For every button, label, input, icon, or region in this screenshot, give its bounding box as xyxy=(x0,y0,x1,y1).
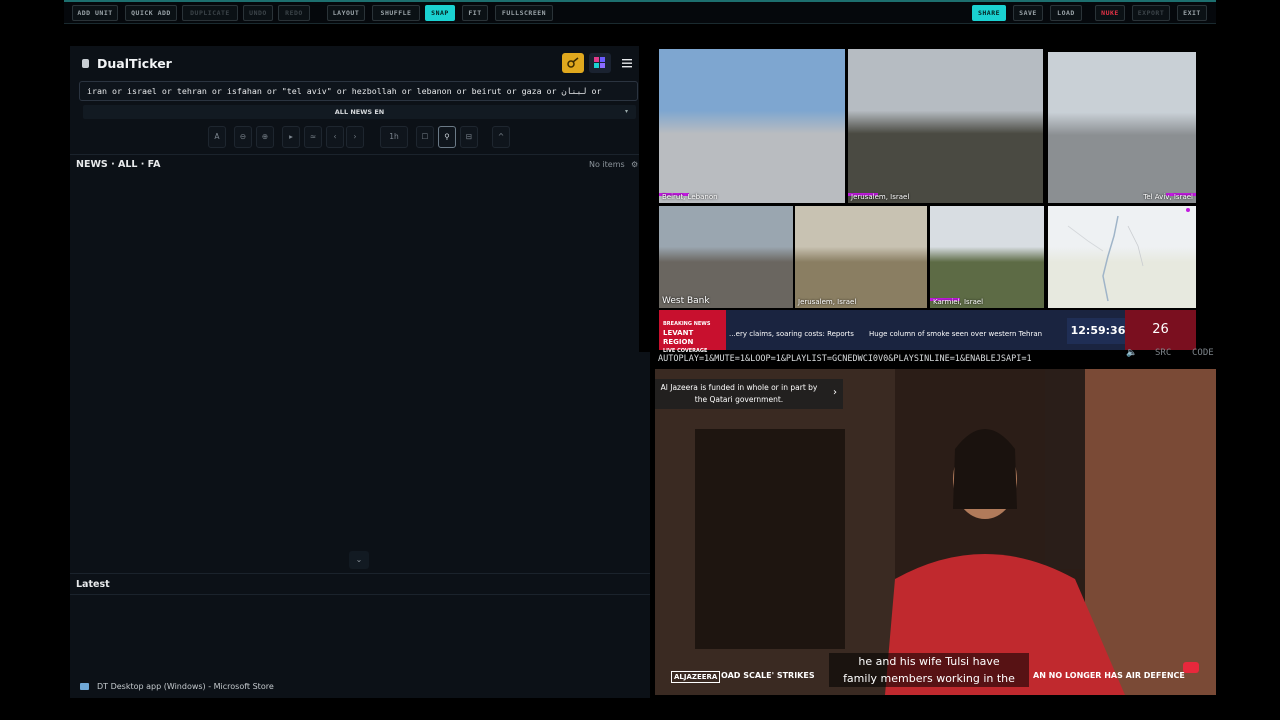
webcam-tile[interactable]: West Bank xyxy=(659,206,793,308)
funding-notice[interactable]: Al Jazeera is funded in whole or in part… xyxy=(655,379,843,409)
panel-header: DualTicker xyxy=(70,46,640,80)
ticker-badge-main: LEVANT REGION xyxy=(663,329,694,346)
video-player[interactable]: Al Jazeera is funded in whole or in part… xyxy=(655,369,1216,695)
youtube-icon[interactable] xyxy=(1183,662,1199,673)
latest-title: Latest xyxy=(76,579,110,590)
webcam-tile[interactable]: Jerusalem, Israel xyxy=(795,206,927,308)
bookmark-button[interactable]: ☐ xyxy=(416,126,434,148)
redo-button[interactable]: REDO xyxy=(278,5,310,21)
code-label[interactable]: CODE xyxy=(1192,348,1214,358)
load-button[interactable]: LOAD xyxy=(1050,5,1082,21)
map-icon xyxy=(1067,208,1190,302)
export-button[interactable]: EXPORT xyxy=(1132,5,1170,21)
video-frame xyxy=(655,369,1216,695)
speaker-icon[interactable]: 🔈 xyxy=(1126,348,1137,358)
chevron-down-icon[interactable]: ⌄ xyxy=(349,551,369,569)
collapse-up-button[interactable]: ^ xyxy=(492,126,510,148)
layout-button[interactable]: LAYOUT xyxy=(327,5,365,21)
divider xyxy=(70,154,644,155)
webcam-tile[interactable]: Beirut, Lebanon xyxy=(659,49,845,203)
layout-toggle-button[interactable]: ⊟ xyxy=(460,126,478,148)
quick-add-button[interactable]: QUICK ADD xyxy=(125,5,177,21)
zoom-out-button[interactable]: ⊖ xyxy=(234,126,252,148)
src-label[interactable]: SRC xyxy=(1155,348,1171,358)
search-query-input[interactable]: iran or israel or tehran or isfahan or "… xyxy=(79,81,638,101)
section-title: NEWS · ALL · FA xyxy=(76,159,161,170)
font-toggle-button[interactable]: A xyxy=(208,126,226,148)
monitor-icon xyxy=(80,683,89,690)
video-subtitle: he and his wife Tulsi have family member… xyxy=(829,653,1029,687)
top-toolbar: ADD UNIT QUICK ADD DUPLICATE UNDO REDO L… xyxy=(64,0,1216,24)
cam-label: Karmiel, Israel xyxy=(933,298,984,306)
latest-header: Latest xyxy=(70,573,650,595)
undo-button[interactable]: UNDO xyxy=(243,5,273,21)
news-panel: DualTicker iran or israel or tehran or i… xyxy=(70,46,650,698)
duplicate-button[interactable]: DUPLICATE xyxy=(182,5,238,21)
speed-button[interactable]: ≈ xyxy=(304,126,322,148)
funding-notice-text: Al Jazeera is funded in whole or in part… xyxy=(660,383,818,404)
items-status: No items xyxy=(589,160,625,169)
exit-button[interactable]: EXIT xyxy=(1177,5,1207,21)
video-ticker-left: OAD SCALE' STRIKES xyxy=(721,671,815,680)
map-tile[interactable] xyxy=(1048,206,1196,308)
ticker-headline-1: ...ery claims, soaring costs: Reports xyxy=(729,330,854,338)
ticker-badge: BREAKING NEWS LEVANT REGION LIVE COVERAG… xyxy=(659,310,726,354)
chevron-right-icon: › xyxy=(833,387,837,398)
menu-icon[interactable] xyxy=(616,53,638,73)
webcam-tile[interactable]: Karmiel, Israel xyxy=(930,206,1044,308)
add-unit-button[interactable]: ADD UNIT xyxy=(72,5,118,21)
webcam-tile[interactable]: Tel Aviv, Israel xyxy=(1048,52,1196,203)
ticker-headline-2: Huge column of smoke seen over western T… xyxy=(869,330,1043,338)
embed-url: AUTOPLAY=1&MUTE=1&LOOP=1&PLAYLIST=GCNEDW… xyxy=(658,354,1032,364)
webcam-grid: Beirut, Lebanon Jerusalem, Israel Tel Av… xyxy=(639,46,1216,352)
subtitle-line: family members working in the xyxy=(843,672,1015,685)
app-logo-icon xyxy=(82,59,89,68)
next-button[interactable]: › xyxy=(346,126,364,148)
ticker-day: 26 xyxy=(1125,310,1196,350)
ticker-badge-top: BREAKING NEWS xyxy=(663,321,711,327)
cam-label: Tel Aviv, Israel xyxy=(1143,193,1193,201)
shuffle-button[interactable]: SHUFFLE xyxy=(372,5,420,21)
cam-label: West Bank xyxy=(662,296,710,306)
nuke-button[interactable]: NUKE xyxy=(1095,5,1125,21)
pointer-button[interactable]: ⚲ xyxy=(438,126,456,148)
cam-label: Beirut, Lebanon xyxy=(662,193,718,201)
webcam-tile[interactable]: Jerusalem, Israel xyxy=(848,49,1043,203)
grid-app-icon[interactable] xyxy=(589,53,611,73)
channel-logo: ALJAZEERA xyxy=(671,671,721,683)
save-button[interactable]: SAVE xyxy=(1013,5,1043,21)
ticker-clock: 12:59:36 xyxy=(1067,318,1129,344)
news-scope-select[interactable]: ALL NEWS EN ▾ xyxy=(83,105,636,119)
share-button[interactable]: SHARE xyxy=(972,5,1006,21)
cam-label: Jerusalem, Israel xyxy=(851,193,910,201)
news-scope-label: ALL NEWS EN xyxy=(334,108,385,116)
prev-button[interactable]: ‹ xyxy=(326,126,344,148)
fullscreen-button[interactable]: FULLSCREEN xyxy=(495,5,553,21)
snap-button[interactable]: SNAP xyxy=(425,5,455,21)
subtitle-line: he and his wife Tulsi have xyxy=(858,655,1000,668)
video-ticker-right: AN NO LONGER HAS AIR DEFENCE xyxy=(1033,671,1185,680)
gear-icon[interactable]: ⚙ xyxy=(631,160,638,169)
chevron-down-icon: ▾ xyxy=(624,108,628,115)
timeframe-button[interactable]: 1h xyxy=(380,126,408,148)
play-button[interactable]: ▸ xyxy=(282,126,300,148)
app-name: DualTicker xyxy=(97,56,172,71)
zoom-in-button[interactable]: ⊕ xyxy=(256,126,274,148)
fit-button[interactable]: FIT xyxy=(462,5,488,21)
cam-label: Jerusalem, Israel xyxy=(798,298,857,306)
live-ticker: BREAKING NEWS LEVANT REGION LIVE COVERAG… xyxy=(659,310,1196,354)
key-icon[interactable] xyxy=(562,53,584,73)
store-link[interactable]: DT Desktop app (Windows) - Microsoft Sto… xyxy=(97,682,274,691)
